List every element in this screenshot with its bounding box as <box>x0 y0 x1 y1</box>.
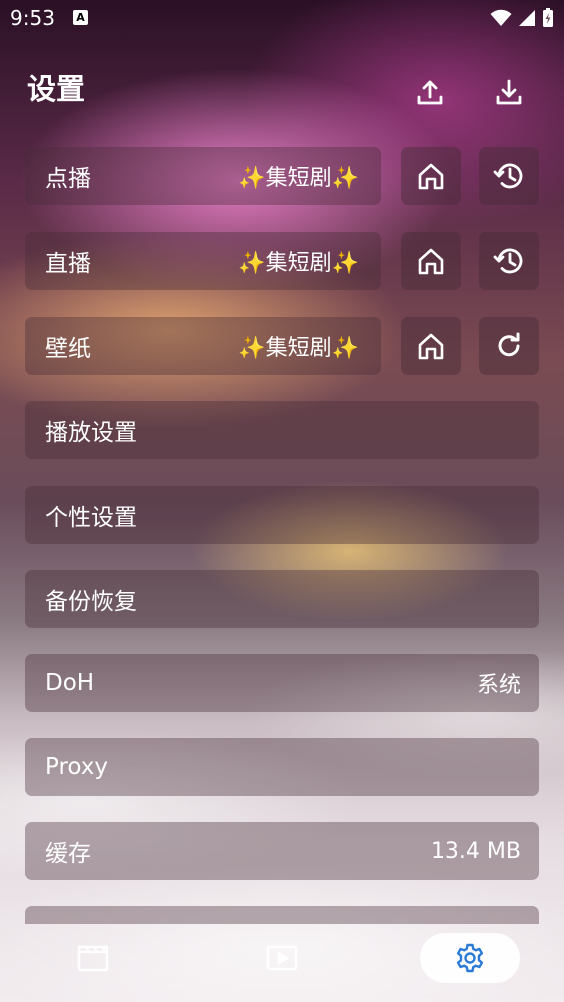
wifi-icon <box>490 9 512 27</box>
playback-settings-label: 播放设置 <box>45 420 137 446</box>
doh-value: 系统 <box>476 673 521 698</box>
home-icon <box>415 160 447 192</box>
vod-history-button[interactable] <box>479 147 539 205</box>
home-icon <box>415 245 447 277</box>
nav-vod-tab[interactable] <box>68 933 118 983</box>
status-bar: 9:53 A <box>0 0 564 38</box>
refresh-icon <box>493 330 525 362</box>
home-icon <box>415 330 447 362</box>
live-history-button[interactable] <box>479 232 539 290</box>
wallpaper-label: 壁纸 <box>45 336 91 362</box>
vod-home-button[interactable] <box>401 147 461 205</box>
proxy-label: Proxy <box>45 754 109 780</box>
live-home-button[interactable] <box>401 232 461 290</box>
settings-gear-icon <box>454 942 486 974</box>
download-icon <box>494 77 524 107</box>
notification-icon: A <box>73 10 88 25</box>
doh-label: DoH <box>45 670 95 696</box>
status-time: 9:53 <box>10 6 55 30</box>
vod-source-value: ✨集短剧✨ <box>238 166 359 191</box>
page-title: 设置 <box>27 72 86 106</box>
live-label: 直播 <box>45 251 91 277</box>
vod-source-row[interactable]: 点播 ✨集短剧✨ <box>25 147 381 205</box>
wallpaper-home-button[interactable] <box>401 317 461 375</box>
history-icon <box>492 159 526 193</box>
backup-restore-label: 备份恢复 <box>45 589 137 615</box>
personal-settings-label: 个性设置 <box>45 505 137 531</box>
video-play-icon <box>265 943 299 973</box>
nav-settings-tab[interactable] <box>420 933 520 983</box>
nav-live-tab[interactable] <box>257 933 307 983</box>
cache-row[interactable]: 缓存 13.4 MB <box>25 822 539 880</box>
upload-button[interactable] <box>410 72 450 112</box>
history-icon <box>492 244 526 278</box>
live-source-value: ✨集短剧✨ <box>238 251 359 276</box>
cache-label: 缓存 <box>45 841 91 867</box>
battery-icon <box>542 8 554 28</box>
doh-row[interactable]: DoH 系统 <box>25 654 539 712</box>
cache-size-value: 13.4 MB <box>430 838 521 864</box>
download-button[interactable] <box>489 72 529 112</box>
backup-restore-row[interactable]: 备份恢复 <box>25 570 539 628</box>
upload-icon <box>415 77 445 107</box>
personal-settings-row[interactable]: 个性设置 <box>25 486 539 544</box>
system-icons <box>490 8 554 28</box>
wallpaper-row[interactable]: 壁纸 ✨集短剧✨ <box>25 317 381 375</box>
vod-label: 点播 <box>45 166 91 192</box>
proxy-row[interactable]: Proxy <box>25 738 539 796</box>
wallpaper-value: ✨集短剧✨ <box>238 336 359 361</box>
signal-icon <box>518 9 536 27</box>
wallpaper-refresh-button[interactable] <box>479 317 539 375</box>
playback-settings-row[interactable]: 播放设置 <box>25 401 539 459</box>
movie-clapper-icon <box>76 943 110 973</box>
next-row-partial[interactable] <box>25 906 539 924</box>
live-source-row[interactable]: 直播 ✨集短剧✨ <box>25 232 381 290</box>
